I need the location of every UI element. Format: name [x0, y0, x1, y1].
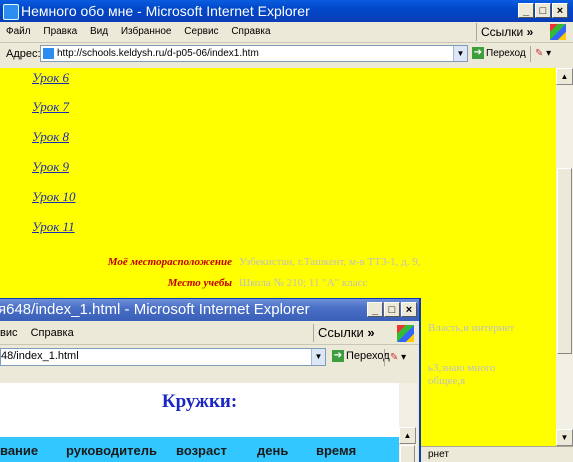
toolbar-spacer	[0, 371, 419, 383]
links-toolbar[interactable]: Ссылки »	[313, 324, 375, 342]
menu-tools[interactable]: Сервис	[184, 26, 218, 37]
address-dropdown-icon[interactable]: ▼	[453, 46, 467, 61]
lesson-link[interactable]: Урок 8	[32, 129, 69, 145]
scroll-up-icon[interactable]: ▲	[399, 427, 416, 444]
partial-text: общеe,я	[428, 375, 466, 387]
links-label: Ссылки	[318, 325, 364, 340]
status-text: рнет	[428, 449, 449, 460]
windows-logo-icon	[397, 325, 414, 342]
menu-help[interactable]: Справка	[31, 327, 74, 339]
address-input[interactable]: http://schools.keldysh.ru/d-p05-06/index…	[40, 45, 468, 62]
window-title: Немного обо мне - Microsoft Internet Exp…	[21, 3, 310, 19]
go-arrow-icon: ➔	[332, 350, 344, 363]
links-chevron-icon[interactable]: »	[367, 325, 374, 340]
close-button[interactable]: ×	[552, 3, 568, 18]
column-header-time: время	[316, 443, 357, 458]
title-bar[interactable]: Немного обо мне - Microsoft Internet Exp…	[0, 0, 573, 22]
ie-icon	[3, 4, 19, 20]
lesson-link[interactable]: Урок 11	[32, 219, 75, 235]
windows-logo-icon	[550, 24, 566, 40]
tools-icon: ✎	[535, 48, 544, 59]
tools-icon: ✎	[390, 352, 399, 363]
links-chevron-icon[interactable]: »	[527, 25, 534, 39]
maximize-button[interactable]: □	[535, 3, 551, 18]
close-button[interactable]: ×	[401, 302, 417, 317]
column-header-leader: руководитель	[66, 443, 157, 458]
menu-file[interactable]: Файл	[6, 26, 31, 37]
address-url: 48/index_1.html	[1, 350, 79, 362]
address-url: http://schools.keldysh.ru/d-p05-06/index…	[57, 48, 259, 59]
column-header-name: вание	[0, 443, 39, 458]
links-label: Ссылки	[481, 25, 524, 39]
scroll-down-icon[interactable]: ▼	[556, 429, 573, 446]
address-bar: Адрес: http://schools.keldysh.ru/d-p05-0…	[0, 43, 573, 65]
go-button[interactable]: ➔ Переход	[472, 45, 526, 62]
lesson-link[interactable]: Урок 6	[32, 70, 69, 86]
study-place-label: Место учебы	[167, 277, 232, 289]
study-place-value: Школа № 210; 11 "А" класс	[239, 277, 368, 289]
column-header-age: возраст	[176, 443, 227, 458]
menu-edit[interactable]: Правка	[43, 26, 77, 37]
lesson-link[interactable]: Урок 10	[32, 189, 76, 205]
scroll-up-icon[interactable]: ▲	[556, 68, 573, 85]
lesson-link[interactable]: Урок 7	[32, 99, 69, 115]
table-header: вание руководитель возраст день время	[0, 437, 399, 462]
lesson-link[interactable]: Урок 9	[32, 159, 69, 175]
ie-window-circles: я648/index_1.html - Microsoft Internet E…	[0, 298, 421, 462]
links-toolbar[interactable]: Ссылки »	[476, 23, 533, 41]
scroll-thumb[interactable]	[557, 168, 572, 354]
location-label: Моё месторасположение	[107, 256, 232, 268]
page-icon	[43, 47, 54, 59]
menu-view[interactable]: Вид	[90, 26, 108, 37]
page-heading: Кружки:	[161, 391, 238, 412]
menu-items: Файл Правка Вид Избранное Сервис Справка	[6, 22, 281, 42]
menu-favorites[interactable]: Избранное	[121, 26, 172, 37]
vertical-scrollbar[interactable]: ▲ ▼	[556, 68, 573, 446]
partial-text: ь3,знаю много	[428, 362, 496, 374]
maximize-button[interactable]: □	[384, 302, 400, 317]
address-dropdown-icon[interactable]: ▼	[311, 349, 325, 365]
minimize-button[interactable]: _	[518, 3, 534, 18]
partial-text: Власть,и интернет	[428, 322, 515, 334]
scroll-thumb[interactable]	[400, 445, 415, 462]
menu-bar: Файл Правка Вид Избранное Сервис Справка…	[0, 22, 573, 43]
vertical-scrollbar[interactable]: ▲	[399, 383, 417, 462]
menu-items: вис Справка	[0, 322, 84, 344]
menu-tools[interactable]: вис	[0, 327, 18, 339]
tools-button[interactable]: ✎ ▾	[384, 349, 416, 366]
location-value: Узбекистан, г.Ташкент, м-в ТТЗ-1, д. 9,	[239, 256, 421, 268]
minimize-button[interactable]: _	[367, 302, 383, 317]
column-header-day: день	[257, 443, 289, 458]
menu-help[interactable]: Справка	[231, 26, 270, 37]
address-input[interactable]: 48/index_1.html ▼	[0, 348, 326, 366]
title-bar[interactable]: я648/index_1.html - Microsoft Internet E…	[0, 299, 419, 321]
window-title: я648/index_1.html - Microsoft Internet E…	[0, 301, 310, 318]
menu-bar: вис Справка Ссылки »	[0, 322, 419, 345]
page-content: Кружки: вание руководитель возраст день …	[0, 383, 399, 462]
go-label: Переход	[486, 48, 526, 59]
address-label: Адрес:	[6, 48, 41, 60]
go-arrow-icon: ➔	[472, 47, 484, 60]
address-bar: 48/index_1.html ▼ ➔ Переход ✎ ▾	[0, 345, 419, 369]
tools-button[interactable]: ✎ ▾	[530, 46, 560, 62]
go-button[interactable]: ➔ Переход	[332, 348, 390, 365]
